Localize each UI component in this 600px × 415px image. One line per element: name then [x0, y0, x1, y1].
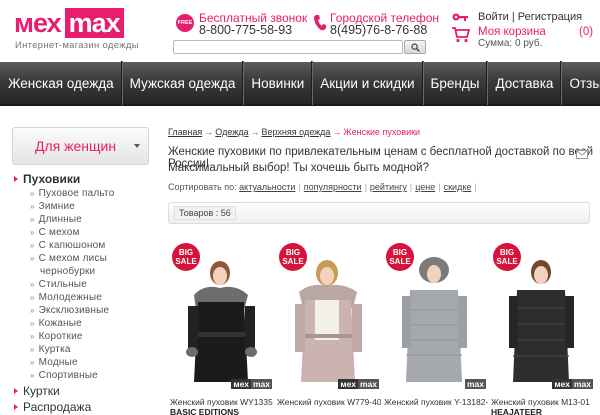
- product-name[interactable]: Женский пуховик M13-01: [491, 397, 595, 407]
- products-count-bar: Товаров : 56: [168, 202, 590, 224]
- cart-link[interactable]: Моя корзина: [478, 26, 546, 38]
- login-link[interactable]: Войти: [478, 11, 509, 23]
- nav-item-sales[interactable]: Акции и скидки: [312, 61, 423, 105]
- sidebar-subitem[interactable]: » Спортивные: [30, 370, 98, 381]
- cart-icon[interactable]: [452, 27, 470, 43]
- sidebar-category-down-jackets[interactable]: Пуховики: [14, 172, 80, 186]
- breadcrumb: Главная → Одежда → Верхняя одежда → Женские пу…: [168, 127, 421, 137]
- nav-item-delivery[interactable]: Доставка: [487, 61, 562, 105]
- sidebar-category-jackets[interactable]: Куртки: [14, 384, 60, 398]
- sidebar-subitem[interactable]: » Пуховое пальто: [30, 188, 114, 199]
- logo[interactable]: мех max: [14, 8, 124, 38]
- watermark-logo: мех max: [552, 379, 593, 389]
- product-card[interactable]: BIG SALE мех max Женский пуховик M13-01 НЕ…: [489, 240, 595, 415]
- sort-by-popularity[interactable]: популярности: [304, 182, 362, 192]
- sidebar-subitem[interactable]: » Эксклюзивные: [30, 305, 109, 316]
- free-call-icon: FREE: [176, 14, 194, 32]
- product-card[interactable]: BIG SALE max Женский пуховик Y-13182-T: [382, 240, 488, 415]
- breadcrumb-outerwear[interactable]: Верхняя одежда: [262, 127, 331, 137]
- watermark-logo: max: [464, 379, 486, 389]
- breadcrumb-current: Женские пуховики: [343, 127, 421, 137]
- sale-badge: BIG SALE: [172, 243, 200, 271]
- sidebar-category-label: Распродажа: [23, 400, 92, 414]
- cart-sum: Сумма: 0 руб.: [478, 38, 543, 49]
- main-nav: Женская одежда Мужская одежда Новинки Ак…: [0, 61, 600, 106]
- sidebar-header: Для женщин: [35, 138, 117, 154]
- logo-left: мех: [14, 8, 65, 38]
- product-card[interactable]: BIG SALE мех max Женский пуховик WY1335 BA…: [168, 240, 274, 415]
- sidebar-subitem[interactable]: » Стильные: [30, 279, 87, 290]
- sort-label: Сортировать по:: [168, 182, 237, 192]
- sort-by-price[interactable]: цене: [415, 182, 435, 192]
- bullet-icon: [14, 388, 18, 394]
- sale-badge: BIG SALE: [493, 243, 521, 271]
- sidebar-category-label: Пуховики: [23, 172, 81, 186]
- product-brand: НЕАЈАТЕЕR: [491, 407, 543, 415]
- nav-item-brands[interactable]: Бренды: [423, 61, 488, 105]
- logo-right: max: [64, 8, 124, 38]
- sort-by-rating[interactable]: рейтингу: [370, 182, 407, 192]
- search-icon: [410, 42, 420, 52]
- product-name[interactable]: Женский пуховик Y-13182-T: [384, 397, 488, 407]
- sidebar-subitem[interactable]: » Короткие: [30, 331, 83, 342]
- sidebar-subitem[interactable]: » Молодежные: [30, 292, 102, 303]
- sidebar-subitem[interactable]: » Куртка: [30, 344, 71, 355]
- intro-text-line2: Максимальный выбор! Ты хочешь быть модно…: [168, 162, 429, 174]
- watermark-logo: мех max: [338, 379, 379, 389]
- sale-badge: BIG SALE: [279, 243, 307, 271]
- search-input[interactable]: [173, 40, 403, 54]
- product-name[interactable]: Женский пуховик WY1335: [170, 397, 274, 407]
- auth-links: Войти | Регистрация: [478, 11, 582, 23]
- phone-icon: [314, 15, 326, 31]
- sidebar-subitem[interactable]: » С мехом: [30, 227, 80, 238]
- sidebar-dropdown[interactable]: Для женщин: [12, 127, 149, 165]
- mail-icon[interactable]: [576, 150, 588, 159]
- key-icon: [452, 13, 468, 21]
- auth-separator: |: [511, 11, 515, 23]
- tagline: Интернет-магазин одежды: [15, 40, 139, 51]
- product-card[interactable]: BIG SALE мех max Женский пуховик W779-400: [275, 240, 381, 415]
- site-header: мех max Интернет-магазин одежды FREE Бес…: [0, 0, 600, 60]
- nav-item-men[interactable]: Мужская одежда: [122, 61, 244, 105]
- sale-badge: BIG SALE: [386, 243, 414, 271]
- sort-by-discount[interactable]: скидке: [444, 182, 472, 192]
- products-count: Товаров : 56: [174, 206, 236, 220]
- register-link[interactable]: Регистрация: [518, 11, 582, 23]
- bullet-icon: [14, 404, 18, 410]
- nav-item-reviews[interactable]: Отзывы: [561, 61, 600, 105]
- free-call-phone[interactable]: 8-800-775-58-93: [199, 23, 292, 37]
- breadcrumb-clothing[interactable]: Одежда: [215, 127, 248, 137]
- sidebar-subitem[interactable]: » Длинные: [30, 214, 82, 225]
- sidebar-subitem[interactable]: » Зимние: [30, 201, 75, 212]
- sort-bar: Сортировать по: актуальности | популярност…: [168, 182, 477, 192]
- sidebar-subitem[interactable]: » С мехом лисы: [30, 253, 107, 264]
- sidebar-subitem-continued[interactable]: чернобурки: [40, 266, 95, 277]
- cart-count: (0): [579, 26, 594, 38]
- watermark-logo: мех max: [231, 379, 272, 389]
- breadcrumb-home[interactable]: Главная: [168, 127, 202, 137]
- sidebar-category-label: Куртки: [23, 384, 60, 398]
- sidebar-subitem[interactable]: » С капюшоном: [30, 240, 105, 251]
- product-brand: BASIC EDITIONS: [170, 407, 239, 415]
- sort-by-relevance[interactable]: актуальности: [239, 182, 295, 192]
- city-phone[interactable]: 8(495)76-8-76-88: [330, 23, 427, 37]
- sidebar-subitem[interactable]: » Модные: [30, 357, 78, 368]
- sidebar-subitem[interactable]: » Кожаные: [30, 318, 82, 329]
- search-button[interactable]: [404, 40, 426, 54]
- nav-item-new[interactable]: Новинки: [243, 61, 313, 105]
- bullet-icon: [14, 176, 18, 182]
- product-name[interactable]: Женский пуховик W779-400: [277, 397, 381, 407]
- nav-item-women[interactable]: Женская одежда: [0, 61, 122, 105]
- chevron-down-icon: [134, 144, 140, 148]
- sidebar-category-sale[interactable]: Распродажа: [14, 400, 91, 414]
